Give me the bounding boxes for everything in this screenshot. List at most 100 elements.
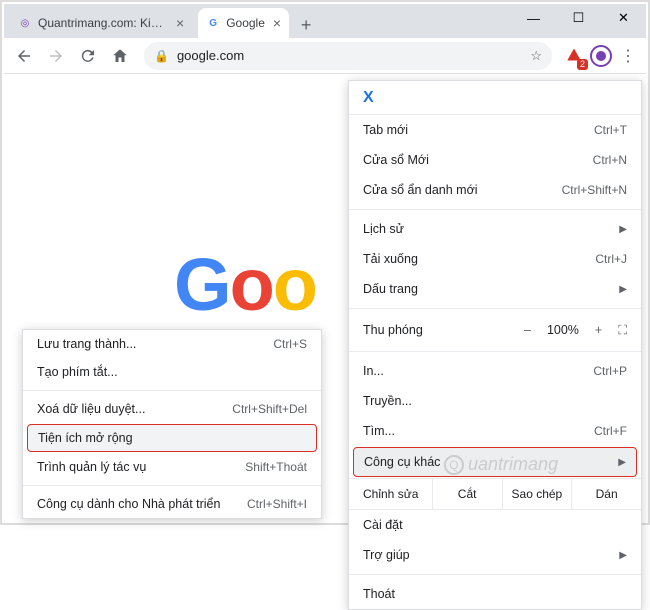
menu-bookmarks[interactable]: Dấu trang ▶ [349, 274, 641, 304]
menu-new-tab[interactable]: Tab mới Ctrl+T [349, 115, 641, 145]
menu-separator [23, 390, 321, 391]
submenu-clear-data[interactable]: Xoá dữ liệu duyệt... Ctrl+Shift+Del [23, 395, 321, 423]
profile-avatar[interactable] [590, 45, 612, 67]
menu-label: Xoá dữ liệu duyệt... [37, 402, 145, 416]
menu-separator [349, 351, 641, 352]
tab-title: Google [226, 16, 265, 30]
menu-separator [349, 574, 641, 575]
menu-label: Thoát [363, 587, 395, 601]
close-tab-icon[interactable]: × [176, 15, 184, 31]
menu-label: Lưu trang thành... [37, 337, 136, 351]
submenu-task-manager[interactable]: Trình quản lý tác vụ Shift+Thoát [23, 453, 321, 481]
new-tab-button[interactable]: + [293, 12, 319, 38]
menu-header: X [349, 81, 641, 115]
edit-label: Chỉnh sửa [349, 479, 432, 509]
menu-more-tools[interactable]: Công cụ khác ▶ [353, 447, 637, 477]
zoom-in-button[interactable]: + [595, 323, 602, 337]
menu-shortcut: Ctrl+S [273, 337, 307, 351]
tab-quantrimang[interactable]: ◎ Quantrimang.com: Kiến Thức... × [10, 8, 192, 38]
menu-label: Tìm... [363, 424, 395, 438]
back-button[interactable] [10, 42, 38, 70]
submenu-extensions[interactable]: Tiện ích mở rộng [27, 424, 317, 452]
menu-label: Tab mới [363, 123, 408, 137]
bookmark-star-icon[interactable]: ☆ [530, 48, 542, 64]
tab-title: Quantrimang.com: Kiến Thức... [38, 16, 168, 30]
menu-label: In... [363, 364, 384, 378]
menu-separator [349, 209, 641, 210]
chevron-right-icon: ▶ [618, 457, 626, 468]
menu-downloads[interactable]: Tải xuống Ctrl+J [349, 244, 641, 274]
menu-shortcut: Ctrl+F [594, 424, 627, 438]
main-menu: X Tab mới Ctrl+T Cửa sổ Mới Ctrl+N Cửa s… [348, 80, 642, 610]
menu-settings[interactable]: Cài đặt [349, 510, 641, 540]
menu-separator [23, 485, 321, 486]
menu-find[interactable]: Tìm... Ctrl+F [349, 416, 641, 446]
maximize-button[interactable]: ☐ [556, 4, 601, 32]
more-tools-submenu: Lưu trang thành... Ctrl+S Tạo phím tắt..… [22, 329, 322, 519]
menu-shortcut: Ctrl+Shift+Del [232, 402, 307, 416]
window-controls: — ☐ ✕ [511, 4, 646, 32]
menu-label: Lịch sử [363, 222, 404, 236]
menu-shortcut: Ctrl+Shift+N [562, 183, 627, 197]
home-button[interactable] [106, 42, 134, 70]
fullscreen-button[interactable]: ⛶ [618, 323, 627, 338]
zoom-label: Thu phóng [363, 323, 423, 337]
menu-label: Công cụ khác [364, 455, 440, 469]
menu-history[interactable]: Lịch sử ▶ [349, 214, 641, 244]
menu-shortcut: Ctrl+N [593, 153, 627, 167]
menu-cast[interactable]: Truyền... [349, 386, 641, 416]
close-tab-icon[interactable]: × [273, 15, 281, 31]
close-window-button[interactable]: ✕ [601, 4, 646, 32]
forward-button[interactable] [42, 42, 70, 70]
chevron-right-icon: ▶ [619, 284, 627, 295]
zoom-percent: 100% [547, 323, 579, 337]
menu-label: Trợ giúp [363, 548, 410, 562]
google-logo: Goo [174, 242, 316, 327]
menu-label: Cửa sổ ẩn danh mới [363, 183, 478, 197]
zoom-out-button[interactable]: – [524, 323, 531, 337]
extension-badge: 2 [577, 59, 588, 70]
toolbar: 🔒 google.com ☆ 2 ⋮ [4, 38, 646, 74]
menu-shortcut: Ctrl+J [595, 252, 627, 266]
main-menu-button[interactable]: ⋮ [616, 46, 640, 66]
submenu-create-shortcut[interactable]: Tạo phím tắt... [23, 358, 321, 386]
menu-edit-row: Chỉnh sửa Cắt Sao chép Dán [349, 478, 641, 510]
menu-exit[interactable]: Thoát [349, 579, 641, 609]
extension-icon[interactable]: 2 [562, 44, 586, 68]
reload-button[interactable] [74, 42, 102, 70]
x-logo-icon: X [363, 89, 374, 107]
menu-label: Cài đặt [363, 518, 403, 532]
menu-shortcut: Ctrl+Shift+I [247, 497, 307, 511]
menu-label: Tiện ích mở rộng [38, 431, 133, 445]
menu-incognito[interactable]: Cửa sổ ẩn danh mới Ctrl+Shift+N [349, 175, 641, 205]
submenu-save-page[interactable]: Lưu trang thành... Ctrl+S [23, 330, 321, 358]
menu-label: Công cụ dành cho Nhà phát triển [37, 497, 220, 511]
favicon-icon: ◎ [18, 16, 32, 30]
menu-separator [349, 308, 641, 309]
chevron-right-icon: ▶ [619, 224, 627, 235]
menu-label: Truyền... [363, 394, 412, 408]
menu-shortcut: Ctrl+T [594, 123, 627, 137]
menu-label: Trình quản lý tác vụ [37, 460, 146, 474]
cut-button[interactable]: Cắt [432, 479, 502, 509]
titlebar: ◎ Quantrimang.com: Kiến Thức... × G Goog… [4, 4, 646, 38]
address-bar[interactable]: 🔒 google.com ☆ [144, 42, 552, 70]
menu-shortcut: Ctrl+P [593, 364, 627, 378]
lock-icon: 🔒 [154, 49, 169, 63]
menu-label: Tải xuống [363, 252, 418, 266]
menu-label: Cửa sổ Mới [363, 153, 429, 167]
submenu-dev-tools[interactable]: Công cụ dành cho Nhà phát triển Ctrl+Shi… [23, 490, 321, 518]
menu-label: Dấu trang [363, 282, 418, 296]
menu-zoom: Thu phóng – 100% + ⛶ [349, 313, 641, 347]
tab-google[interactable]: G Google × [198, 8, 289, 38]
chevron-right-icon: ▶ [619, 550, 627, 561]
menu-new-window[interactable]: Cửa sổ Mới Ctrl+N [349, 145, 641, 175]
minimize-button[interactable]: — [511, 4, 556, 32]
menu-help[interactable]: Trợ giúp ▶ [349, 540, 641, 570]
menu-print[interactable]: In... Ctrl+P [349, 356, 641, 386]
google-favicon-icon: G [206, 16, 220, 30]
copy-button[interactable]: Sao chép [502, 479, 572, 509]
menu-shortcut: Shift+Thoát [245, 460, 307, 474]
url-text: google.com [177, 48, 244, 63]
paste-button[interactable]: Dán [571, 479, 641, 509]
